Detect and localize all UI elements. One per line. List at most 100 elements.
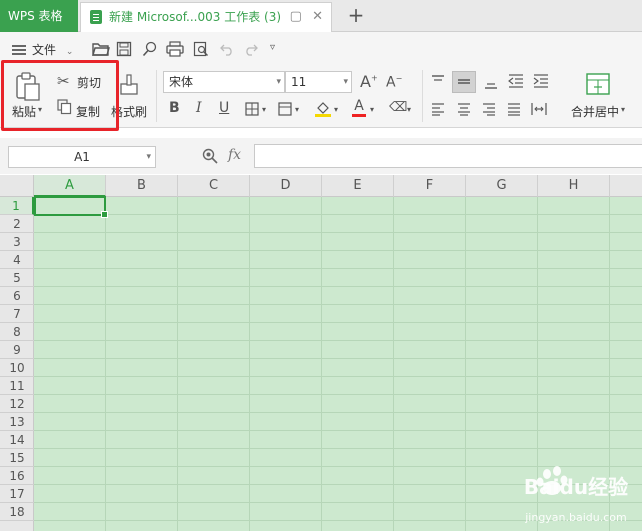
font-name-select[interactable]: 宋体 ▾ — [163, 71, 285, 93]
increase-indent-icon[interactable] — [533, 74, 549, 88]
grid-column-line — [177, 197, 178, 531]
save-icon[interactable] — [116, 41, 132, 57]
grid-row-line — [34, 304, 642, 305]
wps-app-tab[interactable]: WPS 表格 — [0, 0, 78, 32]
merge-dropdown-icon[interactable]: ▾ — [621, 105, 625, 114]
align-center-icon[interactable] — [457, 102, 471, 116]
cell-style-icon[interactable] — [278, 102, 292, 116]
monitor-icon[interactable]: ▢ — [290, 9, 302, 24]
decrease-font-icon[interactable]: A− — [386, 74, 402, 91]
redo-icon[interactable] — [244, 42, 258, 56]
close-icon[interactable]: ✕ — [312, 9, 323, 24]
merge-center-icon[interactable] — [586, 73, 610, 95]
column-header[interactable]: A — [34, 175, 106, 197]
borders-dropdown-icon[interactable]: ▾ — [262, 105, 266, 114]
align-left-icon[interactable] — [431, 102, 445, 116]
row-header[interactable]: 8 — [0, 323, 34, 341]
cell-style-dropdown-icon[interactable]: ▾ — [295, 105, 299, 114]
align-middle-button[interactable] — [452, 71, 476, 93]
new-tab-button[interactable]: + — [344, 3, 368, 29]
grid-row-line — [34, 232, 642, 233]
row-headers: 1 2 3 4 5 6 7 8 9 10 11 12 13 14 15 16 17 18 — [0, 197, 34, 531]
row-header[interactable]: 6 — [0, 287, 34, 305]
find-icon[interactable] — [142, 41, 158, 57]
grid-column-line — [393, 197, 394, 531]
font-size-select[interactable]: 11 ▾ — [285, 71, 352, 93]
grid-row-line — [34, 412, 642, 413]
customize-quick-access-icon[interactable]: ▿ — [270, 42, 275, 53]
bold-icon[interactable]: B — [169, 100, 180, 116]
row-header[interactable]: 1 — [0, 197, 34, 215]
row-header[interactable]: 17 — [0, 485, 34, 503]
font-name-value: 宋体 — [169, 75, 194, 89]
column-header[interactable]: B — [106, 175, 178, 197]
decrease-indent-icon[interactable] — [508, 74, 524, 88]
grid-column-line — [321, 197, 322, 531]
print-icon[interactable] — [166, 41, 184, 57]
active-cell-selection[interactable] — [34, 196, 108, 218]
align-bottom-icon[interactable] — [484, 76, 498, 90]
column-header[interactable]: H — [538, 175, 610, 197]
column-header[interactable]: E — [322, 175, 394, 197]
clear-format-dropdown-icon[interactable]: ▾ — [407, 105, 411, 114]
align-top-icon[interactable] — [431, 74, 445, 88]
ribbon-toolbar: 文件 ⌄ ▿ 粘贴 ▾ ✂ 剪切 复制 格式刷 宋体 ▾ 11 ▾ A+ A− … — [0, 32, 642, 131]
justify-icon[interactable] — [507, 102, 521, 116]
column-headers: ABCDEFGH — [0, 175, 642, 197]
merge-center-label[interactable]: 合并居中 — [571, 103, 619, 120]
clear-format-icon[interactable]: ⌫ — [389, 100, 407, 115]
name-box[interactable]: A1 ▾ — [8, 146, 156, 168]
row-header[interactable]: 15 — [0, 449, 34, 467]
increase-font-icon[interactable]: A+ — [360, 72, 378, 91]
underline-icon[interactable]: U — [219, 100, 229, 116]
fill-color-icon[interactable] — [314, 100, 332, 118]
grid-row-line — [34, 340, 642, 341]
row-header[interactable]: 16 — [0, 467, 34, 485]
font-color-dropdown-icon[interactable]: ▾ — [370, 105, 374, 114]
fill-color-dropdown-icon[interactable]: ▾ — [334, 105, 338, 114]
row-header[interactable]: 9 — [0, 341, 34, 359]
formula-input[interactable] — [254, 144, 642, 168]
grid-row-line — [34, 448, 642, 449]
grid-row-line — [34, 394, 642, 395]
font-color-icon[interactable]: A — [352, 98, 366, 117]
distributed-align-icon[interactable] — [531, 102, 547, 116]
row-header[interactable]: 7 — [0, 305, 34, 323]
row-header[interactable]: 5 — [0, 269, 34, 287]
tab-bar: WPS 表格 新建 Microsof...003 工作表 (3) ▢ ✕ + — [0, 0, 642, 32]
grid-row-line — [34, 214, 642, 215]
formula-bar: A1 ▾ fx — [0, 138, 642, 174]
document-tab[interactable]: 新建 Microsof...003 工作表 (3) ▢ ✕ — [80, 2, 332, 32]
undo-icon[interactable] — [220, 42, 234, 56]
spreadsheet-icon — [90, 10, 102, 24]
align-middle-icon — [458, 79, 470, 84]
borders-icon[interactable] — [245, 102, 259, 116]
select-all-corner[interactable] — [0, 175, 34, 197]
file-menu-button[interactable]: 文件 ⌄ — [12, 41, 73, 59]
print-preview-icon[interactable] — [193, 41, 209, 57]
row-header[interactable]: 3 — [0, 233, 34, 251]
open-folder-icon[interactable] — [92, 41, 110, 57]
row-header[interactable]: 18 — [0, 503, 34, 521]
column-header[interactable]: C — [178, 175, 250, 197]
align-right-icon[interactable] — [482, 102, 496, 116]
fx-icon[interactable]: fx — [228, 147, 241, 163]
row-header[interactable]: 13 — [0, 413, 34, 431]
font-size-value: 11 — [291, 75, 307, 89]
italic-icon[interactable]: I — [196, 100, 202, 116]
grid-row-line — [34, 376, 642, 377]
file-menu-label: 文件 — [32, 43, 57, 57]
column-header[interactable]: D — [250, 175, 322, 197]
zoom-search-icon[interactable] — [202, 148, 218, 164]
row-header[interactable]: 2 — [0, 215, 34, 233]
row-header[interactable]: 10 — [0, 359, 34, 377]
column-header[interactable]: G — [466, 175, 538, 197]
row-header[interactable]: 14 — [0, 431, 34, 449]
row-header[interactable]: 4 — [0, 251, 34, 269]
row-header[interactable]: 12 — [0, 395, 34, 413]
format-painter-icon[interactable] — [119, 74, 139, 96]
highlight-annotation-box — [1, 60, 119, 131]
column-header[interactable]: F — [394, 175, 466, 197]
chevron-down-icon: ▾ — [146, 152, 151, 162]
row-header[interactable]: 11 — [0, 377, 34, 395]
